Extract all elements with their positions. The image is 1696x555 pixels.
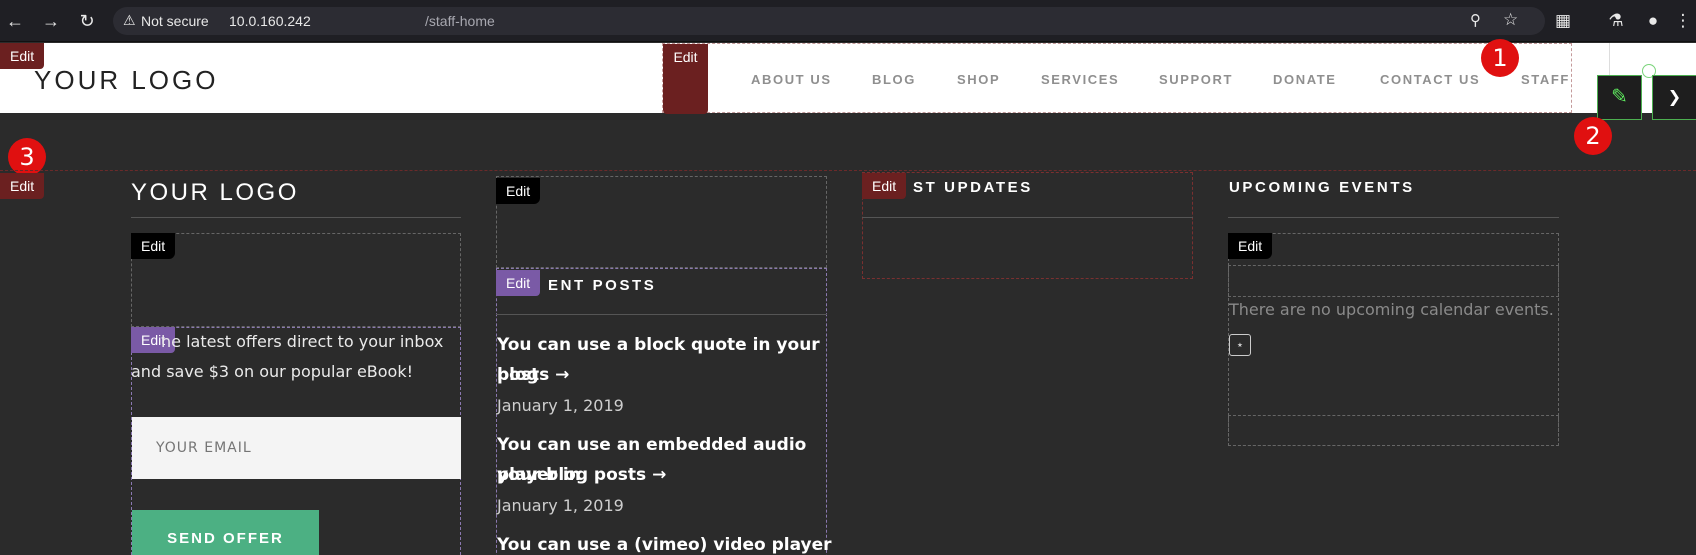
main-navigation: Edit ABOUT US BLOG SHOP SERVICES SUPPORT…	[662, 43, 1572, 114]
chevron-down-icon[interactable]: ❯	[1652, 75, 1696, 120]
recent-posts-heading: ENT POSTS	[548, 277, 657, 294]
events-inner-top	[1228, 265, 1559, 297]
arrow-right-icon: →	[555, 365, 570, 385]
labs-flask-icon[interactable]: ⚗	[1604, 9, 1628, 33]
post-2-title-text[interactable]: your blog posts	[497, 465, 646, 485]
nav-support[interactable]: SUPPORT	[1159, 72, 1233, 87]
post-3-title-line1[interactable]: You can use a (vimeo) video player in yo…	[497, 530, 837, 555]
post-1-title-line2[interactable]: posts →	[497, 360, 569, 390]
post-1-title-text[interactable]: posts	[497, 365, 549, 385]
latest-updates-heading: ST UPDATES	[913, 179, 1033, 196]
offer-text-line1: he latest offers direct to your inbox	[161, 332, 444, 351]
warning-icon[interactable]: ⚠	[123, 12, 136, 29]
profile-icon[interactable]: ●	[1641, 9, 1665, 33]
offer-text-line2: and save $3 on our popular eBook!	[131, 362, 414, 381]
upcoming-events-heading: UPCOMING EVENTS	[1229, 179, 1415, 196]
arrow-right-icon: →	[652, 465, 667, 485]
events-inner-bottom	[1228, 415, 1559, 446]
extensions-icon[interactable]: ▦	[1551, 9, 1575, 33]
forward-icon[interactable]: →	[40, 10, 62, 32]
col2-edit-button[interactable]: Edit	[496, 178, 541, 204]
col3-edit-button[interactable]: Edit	[862, 173, 907, 199]
col1-edit-button[interactable]: Edit	[131, 233, 176, 259]
back-icon[interactable]: ←	[4, 10, 26, 32]
footer-logo[interactable]: YOUR LOGO	[131, 179, 299, 207]
footer-row-border	[0, 170, 1696, 171]
posts-rule	[496, 314, 827, 315]
bookmark-star-icon[interactable]: ☆	[1503, 10, 1518, 30]
nav-about-us[interactable]: ABOUT US	[751, 72, 832, 87]
post-2-title-line2[interactable]: your blog posts →	[497, 460, 666, 490]
marker-1: 1	[1481, 39, 1519, 77]
nav-blog[interactable]: BLOG	[872, 72, 916, 87]
post-1-date: January 1, 2019	[497, 396, 624, 415]
zoom-icon[interactable]: ⚲	[1470, 11, 1481, 29]
address-bar[interactable]: ⚠ Not secure 10.0.160.242 /staff-home ⚲ …	[113, 7, 1545, 35]
email-input[interactable]	[132, 417, 461, 479]
nav-donate[interactable]: DONATE	[1273, 72, 1337, 87]
nav-contact-us[interactable]: CONTACT US	[1380, 72, 1480, 87]
nav-services[interactable]: SERVICES	[1041, 72, 1119, 87]
security-label[interactable]: Not secure	[141, 13, 209, 29]
edit-page-icon[interactable]: ✎	[1597, 75, 1642, 120]
updates-rule	[862, 217, 1193, 218]
events-rule	[1228, 217, 1559, 218]
site-header: Edit YOUR LOGO Edit ABOUT US BLOG SHOP S…	[0, 43, 1696, 114]
browser-toolbar: ← → ↻ ⚠ Not secure 10.0.160.242 /staff-h…	[0, 0, 1696, 42]
rss-icon[interactable]: ⋆	[1229, 334, 1251, 356]
footer-row-edit-button[interactable]: Edit	[0, 173, 45, 199]
col1-block	[131, 233, 461, 327]
posts-edit-button[interactable]: Edit	[496, 270, 541, 296]
footer-logo-rule	[131, 217, 461, 218]
send-offer-button[interactable]: SEND OFFER	[132, 510, 319, 555]
post-2-date: January 1, 2019	[497, 496, 624, 515]
url-host: 10.0.160.242	[229, 13, 311, 29]
col2-block	[496, 176, 827, 268]
menu-dots-icon[interactable]: ⋮	[1671, 9, 1695, 33]
nav-edit-button[interactable]: Edit	[663, 44, 708, 114]
no-events-text: There are no upcoming calendar events.	[1229, 300, 1554, 319]
marker-2: 2	[1574, 117, 1612, 155]
url-path: /staff-home	[425, 13, 495, 29]
header-logo[interactable]: YOUR LOGO	[34, 65, 218, 96]
nav-shop[interactable]: SHOP	[957, 72, 1000, 87]
nav-staff[interactable]: STAFF	[1521, 72, 1570, 87]
reload-icon[interactable]: ↻	[76, 10, 98, 32]
col4-edit-button[interactable]: Edit	[1228, 233, 1273, 259]
